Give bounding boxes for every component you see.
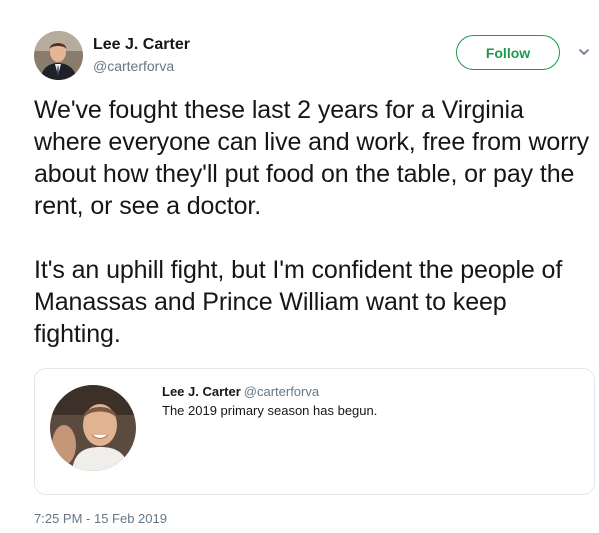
quoted-tweet[interactable]: Lee J. Carter @carterforva The 2019 prima…: [34, 368, 595, 495]
quoted-avatar-image: [50, 385, 136, 471]
quoted-tweet-header: Lee J. Carter @carterforva: [162, 384, 319, 400]
quoted-author-name: Lee J. Carter: [162, 384, 241, 399]
author-avatar-image: [34, 31, 83, 80]
author-name[interactable]: Lee J. Carter: [93, 36, 190, 54]
author-avatar[interactable]: [34, 31, 83, 80]
tweet-timestamp[interactable]: 7:25 PM - 15 Feb 2019: [34, 511, 167, 527]
tweet-paragraph: It's an uphill fight, but I'm confident …: [34, 256, 563, 348]
quoted-author-handle: @carterforva: [243, 384, 320, 399]
author-handle[interactable]: @carterforva: [93, 58, 174, 74]
tweet-header: Lee J. Carter @carterforva Follow: [34, 31, 594, 81]
tweet-text: We've fought these last 2 years for a Vi…: [34, 94, 594, 350]
follow-button[interactable]: Follow: [456, 35, 560, 70]
chevron-down-icon[interactable]: [577, 45, 591, 59]
quoted-tweet-text: The 2019 primary season has begun.: [162, 403, 378, 418]
tweet-paragraph: We've fought these last 2 years for a Vi…: [34, 96, 590, 220]
quoted-author-avatar: [50, 385, 136, 471]
